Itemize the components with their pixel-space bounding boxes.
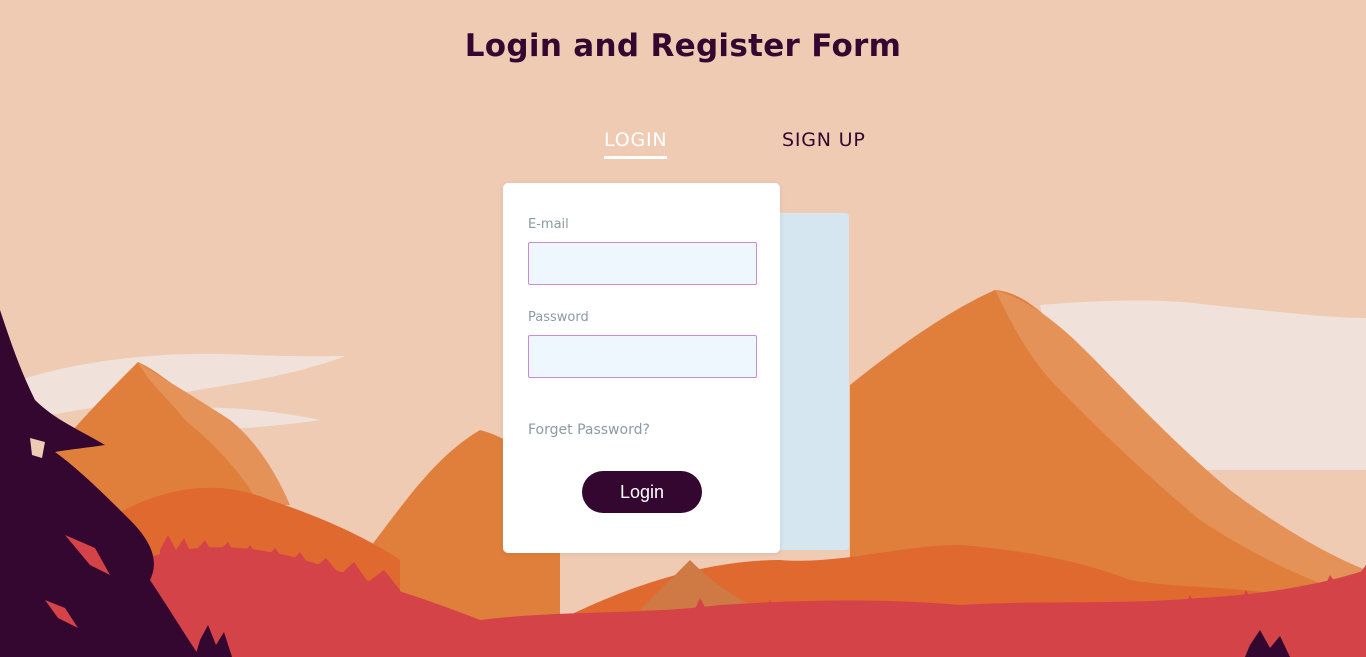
- tab-signup[interactable]: SIGN UP: [782, 129, 866, 156]
- email-field[interactable]: [528, 242, 757, 285]
- tab-login[interactable]: LOGIN: [604, 129, 668, 159]
- login-card: E-mail Password Forget Password? Login: [503, 183, 780, 553]
- email-label: E-mail: [528, 217, 569, 232]
- page-title: Login and Register Form: [464, 28, 902, 64]
- forget-password-link[interactable]: Forget Password?: [528, 422, 650, 438]
- password-label: Password: [528, 310, 589, 325]
- login-button[interactable]: Login: [582, 471, 702, 513]
- password-field[interactable]: [528, 335, 757, 378]
